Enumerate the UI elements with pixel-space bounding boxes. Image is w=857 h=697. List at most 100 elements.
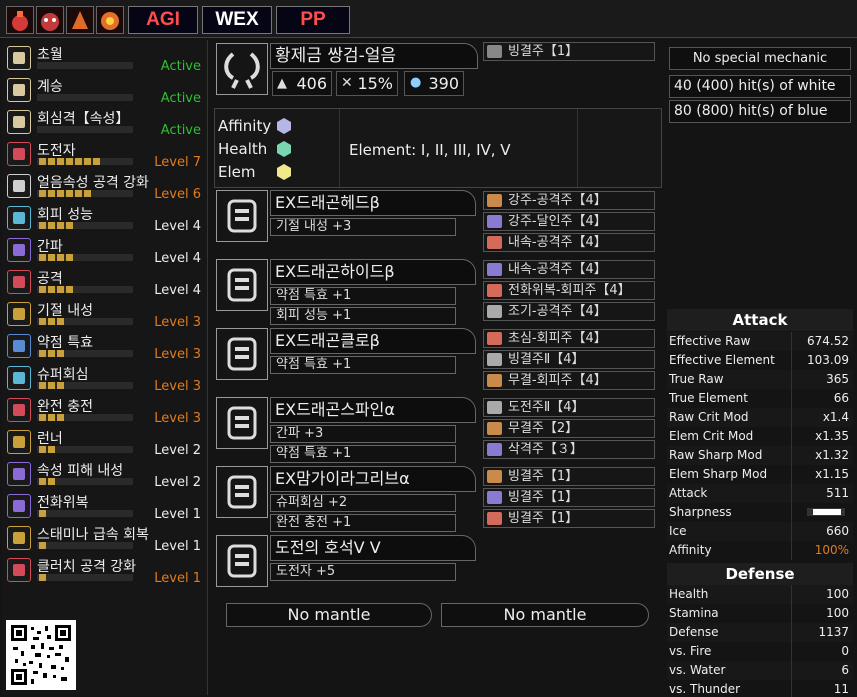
level-pip: [66, 222, 73, 229]
decoration-slot[interactable]: 무결-회피주【4】: [483, 371, 655, 390]
stat-divider: [791, 446, 792, 465]
armor-name[interactable]: EX맘가이라그리브α: [270, 466, 476, 492]
armor-name[interactable]: EX드래곤하이드β: [270, 259, 476, 285]
skill-icon-cyan: [7, 366, 31, 390]
decoration-slot[interactable]: 초심-회피주【4】: [483, 329, 655, 348]
level-pip: [39, 542, 46, 549]
skill-name: 슈퍼회심: [37, 367, 89, 383]
decoration-slot[interactable]: 내속-공격주【4】: [483, 260, 655, 279]
elem-hex-icon: [277, 164, 291, 180]
level-pip: [57, 222, 64, 229]
pp-button[interactable]: PP: [276, 6, 350, 34]
decoration-slot[interactable]: 빙결주【1】: [483, 509, 655, 528]
skill-level: Level 1: [154, 571, 201, 586]
equipment-panel: 황제금 쌍검-얼음 ▲ 406 ✕ 15% ● 390 빙결주【1】 Affin…: [212, 40, 662, 695]
skill-row[interactable]: 약점 특효 Level 3: [7, 332, 205, 363]
deco-jewel-icon: [487, 401, 502, 414]
armor-skill: 간파 +3: [270, 425, 456, 443]
armor-name[interactable]: EX드래곤스파인α: [270, 397, 476, 423]
level-pip: [84, 158, 91, 165]
stat-divider: [791, 484, 792, 503]
decoration-slot[interactable]: 조기-공격주【4】: [483, 302, 655, 321]
level-pip: [39, 222, 46, 229]
level-pip: [57, 414, 64, 421]
sharpness-bar: [807, 508, 845, 516]
deco-jewel-icon: [487, 194, 502, 207]
skill-level-bar: [37, 318, 133, 325]
skill-level-bar: [37, 254, 133, 261]
stat-row: True Element 66: [667, 389, 853, 408]
level-pip: [48, 350, 55, 357]
skill-name: 완전 충전: [37, 399, 93, 415]
skill-row[interactable]: 런너 Level 2: [7, 428, 205, 459]
skill-level: Level 7: [154, 155, 201, 170]
deco-jewel-icon: [487, 236, 502, 249]
wex-button[interactable]: WEX: [202, 6, 272, 34]
level-pip: [48, 190, 55, 197]
skill-row[interactable]: 클러치 공격 강화 Level 1: [7, 556, 205, 587]
skill-row[interactable]: 계승 Active: [7, 76, 205, 107]
decoration-slot[interactable]: 빙결주【1】: [483, 488, 655, 507]
stat-value: 365: [826, 372, 849, 386]
deco-jewel-icon: [487, 491, 502, 504]
stat-row: Effective Element 103.09: [667, 351, 853, 370]
skill-icon-red: [7, 558, 31, 582]
skill-row[interactable]: 초월 Active: [7, 44, 205, 75]
monster-icon-3[interactable]: [66, 6, 94, 34]
level-pip: [39, 382, 46, 389]
skill-row[interactable]: 도전자 Level 7: [7, 140, 205, 171]
monster-icon-1[interactable]: [6, 6, 34, 34]
skill-row[interactable]: 기절 내성 Level 3: [7, 300, 205, 331]
skill-row[interactable]: 슈퍼회심 Level 3: [7, 364, 205, 395]
skill-row[interactable]: 완전 충전 Level 3: [7, 396, 205, 427]
decoration-slot[interactable]: 강주-공격주【4】: [483, 191, 655, 210]
level-pip: [39, 254, 46, 261]
skill-row[interactable]: 전화위복 Level 1: [7, 492, 205, 523]
deco-jewel-icon: [487, 512, 502, 525]
skill-row[interactable]: 회심격【속성】 Active: [7, 108, 205, 139]
skill-row[interactable]: 얼음속성 공격 강화 Level 6: [7, 172, 205, 203]
affinity-label: Affinity: [218, 117, 272, 135]
armor-name[interactable]: EX드래곤헤드β: [270, 190, 476, 216]
decoration-slot[interactable]: 무결주【2】: [483, 419, 655, 438]
weapon-deco-slot[interactable]: 빙결주【1】: [483, 42, 655, 61]
skill-row[interactable]: 공격 Level 4: [7, 268, 205, 299]
skill-row[interactable]: 스태미나 급속 회복 Level 1: [7, 524, 205, 555]
stat-value: 11: [833, 682, 849, 696]
stat-value: x1.35: [815, 429, 849, 443]
level-pip: [57, 254, 64, 261]
mantle-slot-2[interactable]: No mantle: [441, 603, 649, 627]
skill-level: Level 3: [154, 379, 201, 394]
level-pip: [39, 350, 46, 357]
skill-row[interactable]: 회피 성능 Level 4: [7, 204, 205, 235]
weapon-name[interactable]: 황제금 쌍검-얼음: [270, 43, 478, 69]
decoration-slot[interactable]: 도전주Ⅱ【4】: [483, 398, 655, 417]
mantle-slot-1[interactable]: No mantle: [226, 603, 432, 627]
level-pip: [48, 254, 55, 261]
decoration-slot[interactable]: 내속-공격주【4】: [483, 233, 655, 252]
skill-level: Active: [160, 91, 201, 106]
armor-name[interactable]: EX드래곤클로β: [270, 328, 476, 354]
stat-divider: [791, 642, 792, 661]
stat-label: True Raw: [669, 372, 724, 386]
skill-level-bar: [37, 478, 133, 485]
stat-value: 1137: [818, 625, 849, 639]
decoration-slot[interactable]: 삭격주【３】: [483, 440, 655, 459]
qr-code-icon: [6, 620, 76, 690]
affinity-value: 15%: [357, 74, 393, 93]
armor-name[interactable]: 도전의 호석Ⅴ Ⅴ: [270, 535, 476, 561]
skill-level: Level 3: [154, 315, 201, 330]
monster-icon-2[interactable]: [36, 6, 64, 34]
decoration-slot[interactable]: 강주-달인주【4】: [483, 212, 655, 231]
decoration-slot[interactable]: 빙결주【1】: [483, 467, 655, 486]
skill-row[interactable]: 속성 피해 내성 Level 2: [7, 460, 205, 491]
skill-row[interactable]: 간파 Level 4: [7, 236, 205, 267]
decoration-slot[interactable]: 전화위복-회피주【4】: [483, 281, 655, 300]
ice-drop-icon: ●: [410, 75, 422, 90]
affinity-hex-icon: [277, 118, 291, 134]
agi-button[interactable]: AGI: [128, 6, 198, 34]
skill-name: 기절 내성: [37, 303, 93, 319]
decoration-slot[interactable]: 빙결주Ⅱ【4】: [483, 350, 655, 369]
monster-icon-4[interactable]: [96, 6, 124, 34]
skill-level: Active: [160, 59, 201, 74]
